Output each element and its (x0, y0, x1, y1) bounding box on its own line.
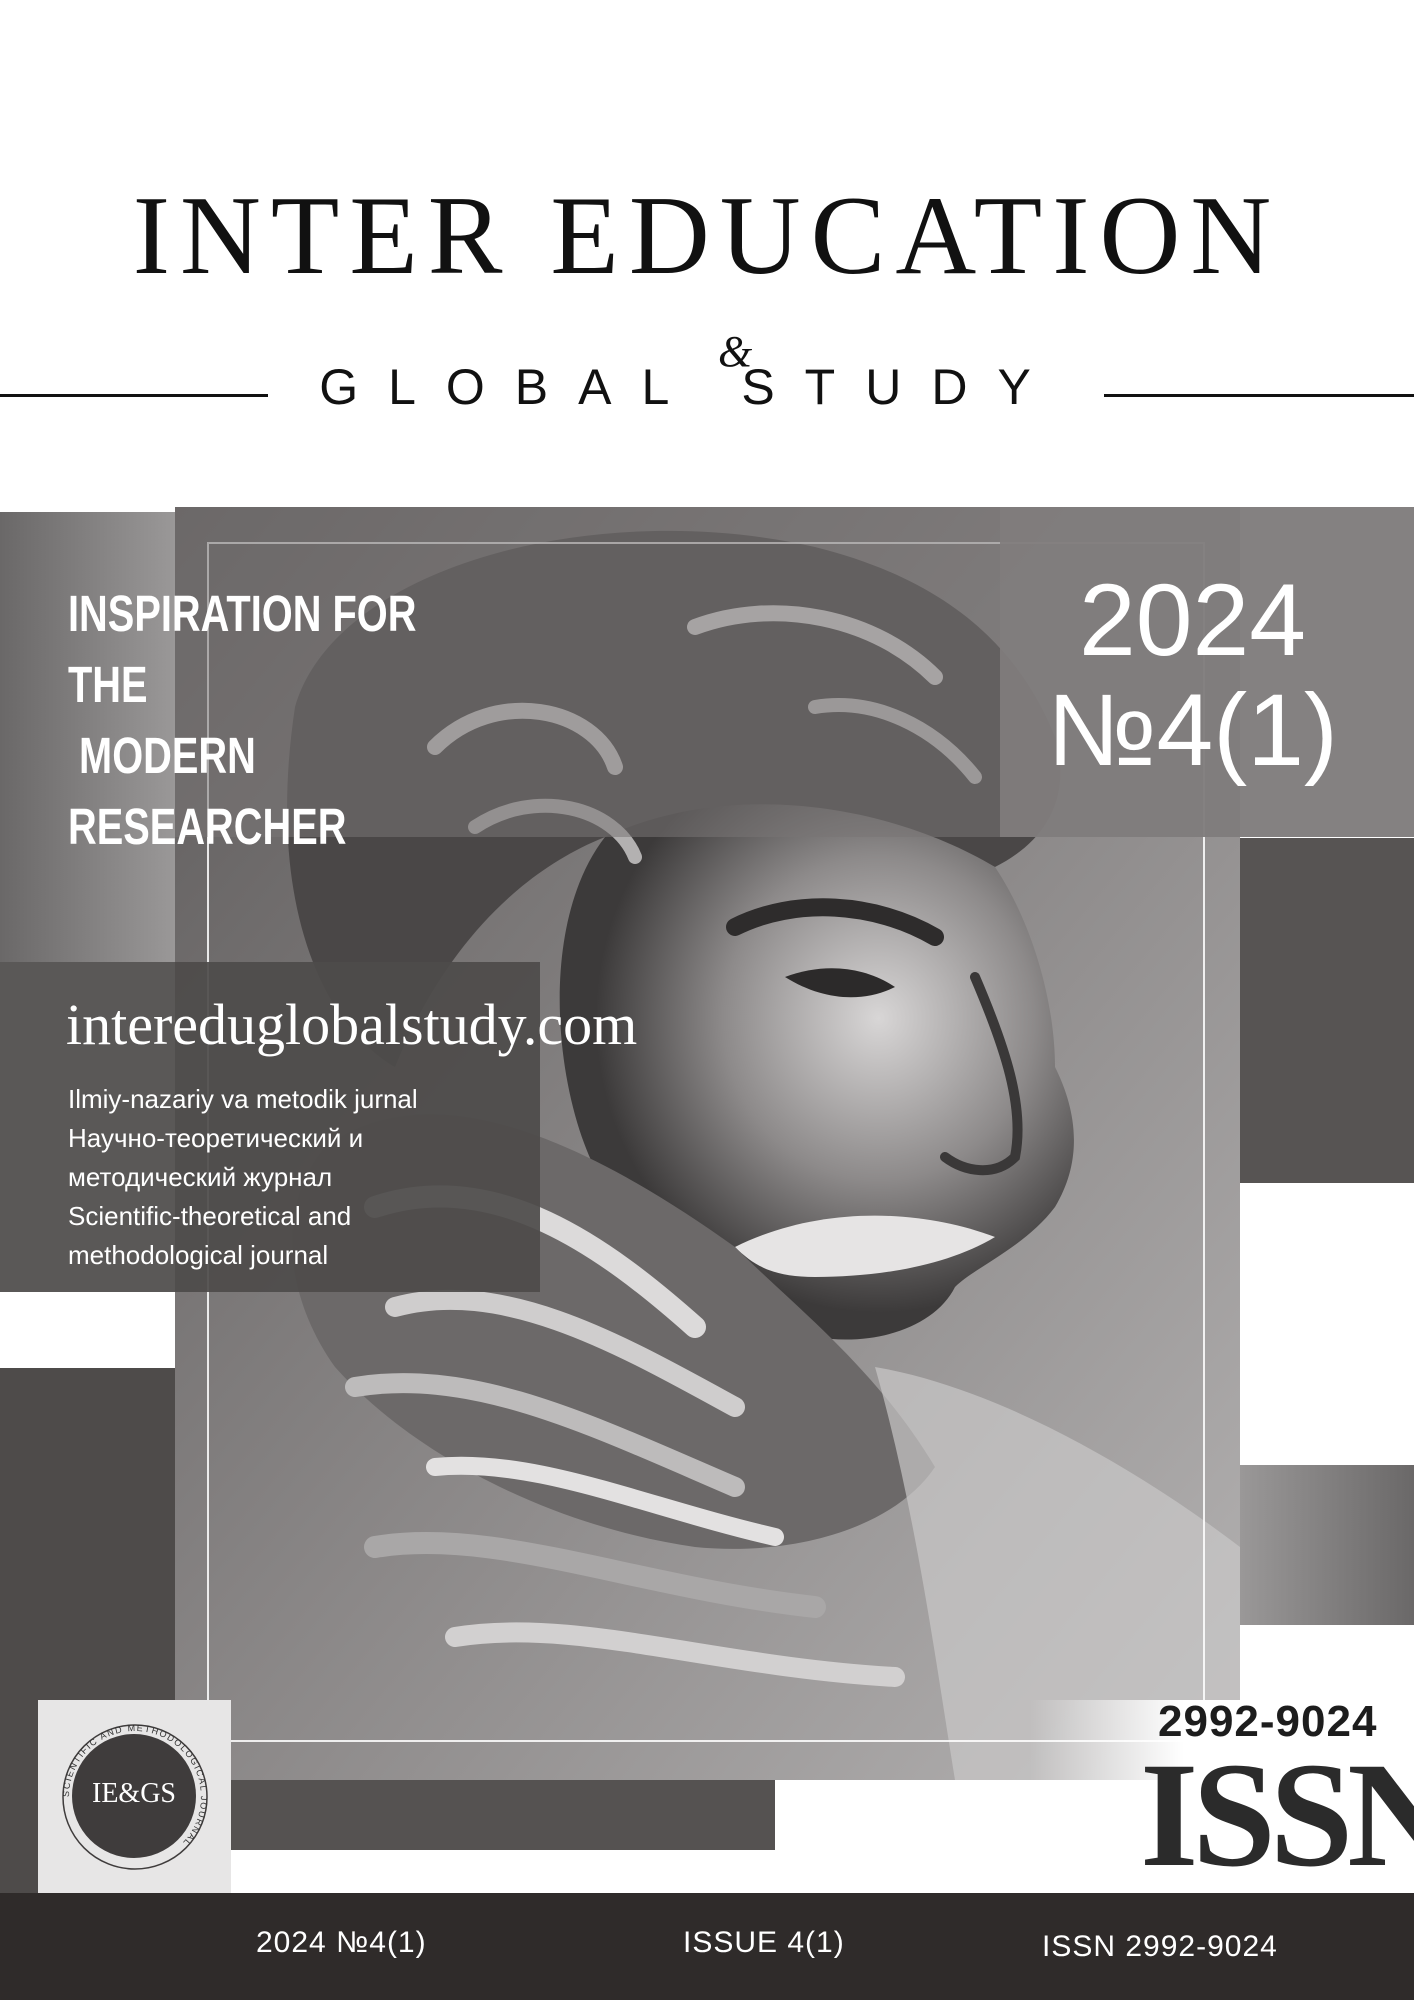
issue-year: 2024 (1079, 563, 1306, 677)
website-link[interactable]: intereduglobalstudy.com (66, 996, 637, 1054)
badge-initials: IE&GS (92, 1778, 176, 1809)
footer-issue: ISSUE 4(1) (683, 1926, 845, 1959)
issn-logo: ISSN (1140, 1732, 1414, 1898)
description-line: методический журнал (68, 1162, 333, 1192)
left-rule-divider (0, 394, 268, 397)
journal-description: Ilmiy-nazariy va metodik jurnal Научно-т… (68, 1080, 418, 1275)
journal-title: INTER EDUCATION (132, 174, 1282, 298)
right-lower-block (1240, 1465, 1414, 1625)
description-line: Scientific-theoretical and (68, 1201, 352, 1231)
right-rule-divider (1104, 394, 1414, 397)
issue-year-number: 2024 №4(1) (1000, 565, 1385, 785)
issue-number: №4(1) (1047, 673, 1338, 788)
footer-edition: 2024 №4(1) (256, 1926, 427, 1959)
right-middle-block (1240, 838, 1414, 1183)
lower-dark-bar (175, 1780, 775, 1850)
description-line: Научно-теоретический и (68, 1123, 364, 1153)
description-line: Ilmiy-nazariy va metodik jurnal (68, 1084, 418, 1114)
description-line: methodological journal (68, 1240, 329, 1270)
ampersand-mark: & (718, 327, 753, 376)
footer-issn: ISSN 2992-9024 (1042, 1930, 1278, 1963)
journal-subtitle: GLOBAL STUDY (319, 359, 1061, 415)
cover-tagline: INSPIRATION FOR THE MODERN RESEARCHER (68, 585, 417, 855)
